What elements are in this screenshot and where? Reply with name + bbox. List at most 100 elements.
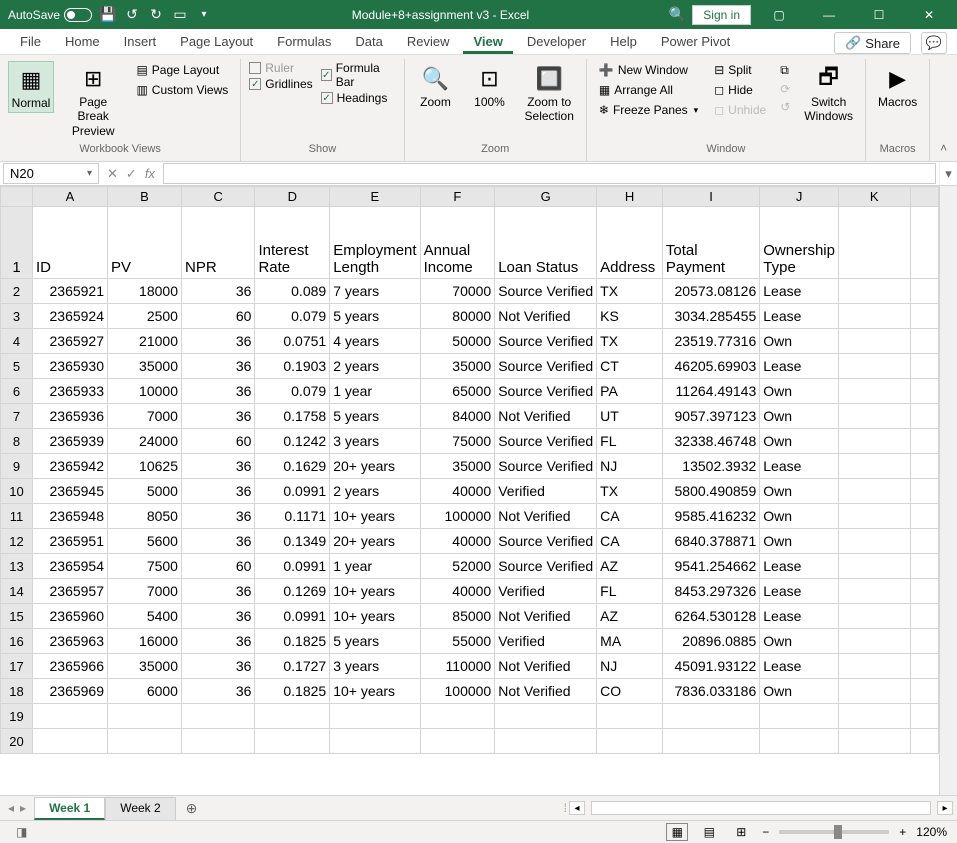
cell[interactable]: 40000	[420, 479, 495, 504]
cell[interactable]: 10+ years	[330, 679, 420, 704]
cell[interactable]	[330, 729, 420, 754]
formula-input[interactable]	[163, 163, 936, 184]
cell[interactable]	[838, 429, 910, 454]
cell[interactable]: 84000	[420, 404, 495, 429]
sheet-nav-prev-icon[interactable]: ◂	[8, 801, 14, 815]
cell[interactable]	[33, 704, 108, 729]
arrange-all-button[interactable]: ▦Arrange All	[595, 81, 702, 99]
cell[interactable]	[838, 404, 910, 429]
cell[interactable]: 75000	[420, 429, 495, 454]
cell[interactable]: Lease	[760, 554, 839, 579]
cell[interactable]: 0.079	[255, 304, 330, 329]
tab-power-pivot[interactable]: Power Pivot	[651, 31, 740, 54]
cell[interactable]: Source Verified	[495, 279, 597, 304]
cell[interactable]: 5 years	[330, 629, 420, 654]
redo-icon[interactable]: ↻	[148, 7, 164, 23]
cell[interactable]: 36	[181, 354, 254, 379]
cell[interactable]: 2365939	[33, 429, 108, 454]
cell[interactable]: 10+ years	[330, 604, 420, 629]
cell[interactable]	[662, 704, 759, 729]
cell[interactable]: Not Verified	[495, 304, 597, 329]
cell[interactable]: CA	[597, 504, 663, 529]
row-header[interactable]: 2	[1, 279, 33, 304]
cell[interactable]: 9585.416232	[662, 504, 759, 529]
cell[interactable]: 40000	[420, 529, 495, 554]
cell[interactable]	[838, 207, 910, 279]
cell[interactable]: 3 years	[330, 429, 420, 454]
page-break-preview-button[interactable]: ⊞ Page Break Preview	[62, 61, 124, 140]
cell[interactable]: Not Verified	[495, 404, 597, 429]
cell[interactable]: Annual Income	[420, 207, 495, 279]
cell[interactable]: 4 years	[330, 329, 420, 354]
freeze-panes-button[interactable]: ❄Freeze Panes▾	[595, 101, 702, 119]
cell[interactable]: 5 years	[330, 404, 420, 429]
cell[interactable]: TX	[597, 479, 663, 504]
name-box[interactable]: N20 ▾	[3, 163, 99, 184]
cell[interactable]: 55000	[420, 629, 495, 654]
cell[interactable]: 0.079	[255, 379, 330, 404]
cell[interactable]: 0.1825	[255, 679, 330, 704]
column-header-B[interactable]: B	[108, 187, 182, 207]
cell[interactable]: Not Verified	[495, 654, 597, 679]
spreadsheet-grid[interactable]: ABCDEFGHIJK1IDPVNPRInterest RateEmployme…	[0, 186, 939, 754]
cell[interactable]	[181, 729, 254, 754]
chevron-down-icon[interactable]: ▾	[87, 168, 92, 179]
cell[interactable]	[838, 379, 910, 404]
cell[interactable]: Interest Rate	[255, 207, 330, 279]
tab-view[interactable]: View	[463, 31, 512, 54]
cell[interactable]: Ownership Type	[760, 207, 839, 279]
cell[interactable]: 0.1903	[255, 354, 330, 379]
cell[interactable]: 52000	[420, 554, 495, 579]
page-break-status-button[interactable]: ⊞	[730, 823, 752, 841]
save-icon[interactable]: 💾	[100, 7, 116, 23]
cell[interactable]: 7000	[108, 579, 182, 604]
cell[interactable]: 0.089	[255, 279, 330, 304]
cell[interactable]: Lease	[760, 279, 839, 304]
column-header-H[interactable]: H	[597, 187, 663, 207]
expand-formula-bar-icon[interactable]: ▾	[939, 162, 957, 185]
cell[interactable]	[838, 504, 910, 529]
cell[interactable]	[255, 729, 330, 754]
cell[interactable]: 35000	[420, 354, 495, 379]
cell[interactable]: 10625	[108, 454, 182, 479]
cell[interactable]	[838, 304, 910, 329]
cell[interactable]: Source Verified	[495, 354, 597, 379]
cell[interactable]: Employment Length	[330, 207, 420, 279]
tab-page-layout[interactable]: Page Layout	[170, 31, 263, 54]
zoom-in-button[interactable]: +	[899, 825, 906, 839]
row-header[interactable]: 10	[1, 479, 33, 504]
cell[interactable]: 5000	[108, 479, 182, 504]
touch-mode-icon[interactable]: ▭	[172, 7, 188, 23]
tab-developer[interactable]: Developer	[517, 31, 596, 54]
cell[interactable]	[597, 704, 663, 729]
cell[interactable]: 35000	[108, 354, 182, 379]
cell[interactable]: 2365930	[33, 354, 108, 379]
cell[interactable]: 7836.033186	[662, 679, 759, 704]
cell[interactable]	[838, 279, 910, 304]
cell[interactable]: 2365969	[33, 679, 108, 704]
close-icon[interactable]: ✕	[907, 0, 951, 29]
formula-bar-checkbox[interactable]: ✓Formula Bar	[321, 61, 396, 89]
normal-view-status-button[interactable]: ▦	[666, 823, 688, 841]
cell[interactable]: 60	[181, 304, 254, 329]
cell[interactable]: Source Verified	[495, 379, 597, 404]
cell[interactable]: Source Verified	[495, 429, 597, 454]
cell[interactable]: 36	[181, 579, 254, 604]
autosave-toggle[interactable]: AutoSave	[8, 8, 92, 22]
cell[interactable]: 8453.297326	[662, 579, 759, 604]
cell[interactable]: 100000	[420, 679, 495, 704]
cell[interactable]	[495, 729, 597, 754]
row-header[interactable]: 9	[1, 454, 33, 479]
cell[interactable]: 2365966	[33, 654, 108, 679]
cell[interactable]: 36	[181, 329, 254, 354]
new-sheet-button[interactable]: ⊕	[176, 800, 208, 817]
cell[interactable]: 36	[181, 279, 254, 304]
cell[interactable]: 80000	[420, 304, 495, 329]
select-all-corner[interactable]	[1, 187, 33, 207]
cell[interactable]: 2365924	[33, 304, 108, 329]
sheet-tab-week-1[interactable]: Week 1	[34, 797, 105, 820]
cell[interactable]: CA	[597, 529, 663, 554]
column-header-K[interactable]: K	[838, 187, 910, 207]
cell[interactable]: 36	[181, 604, 254, 629]
column-header-G[interactable]: G	[495, 187, 597, 207]
